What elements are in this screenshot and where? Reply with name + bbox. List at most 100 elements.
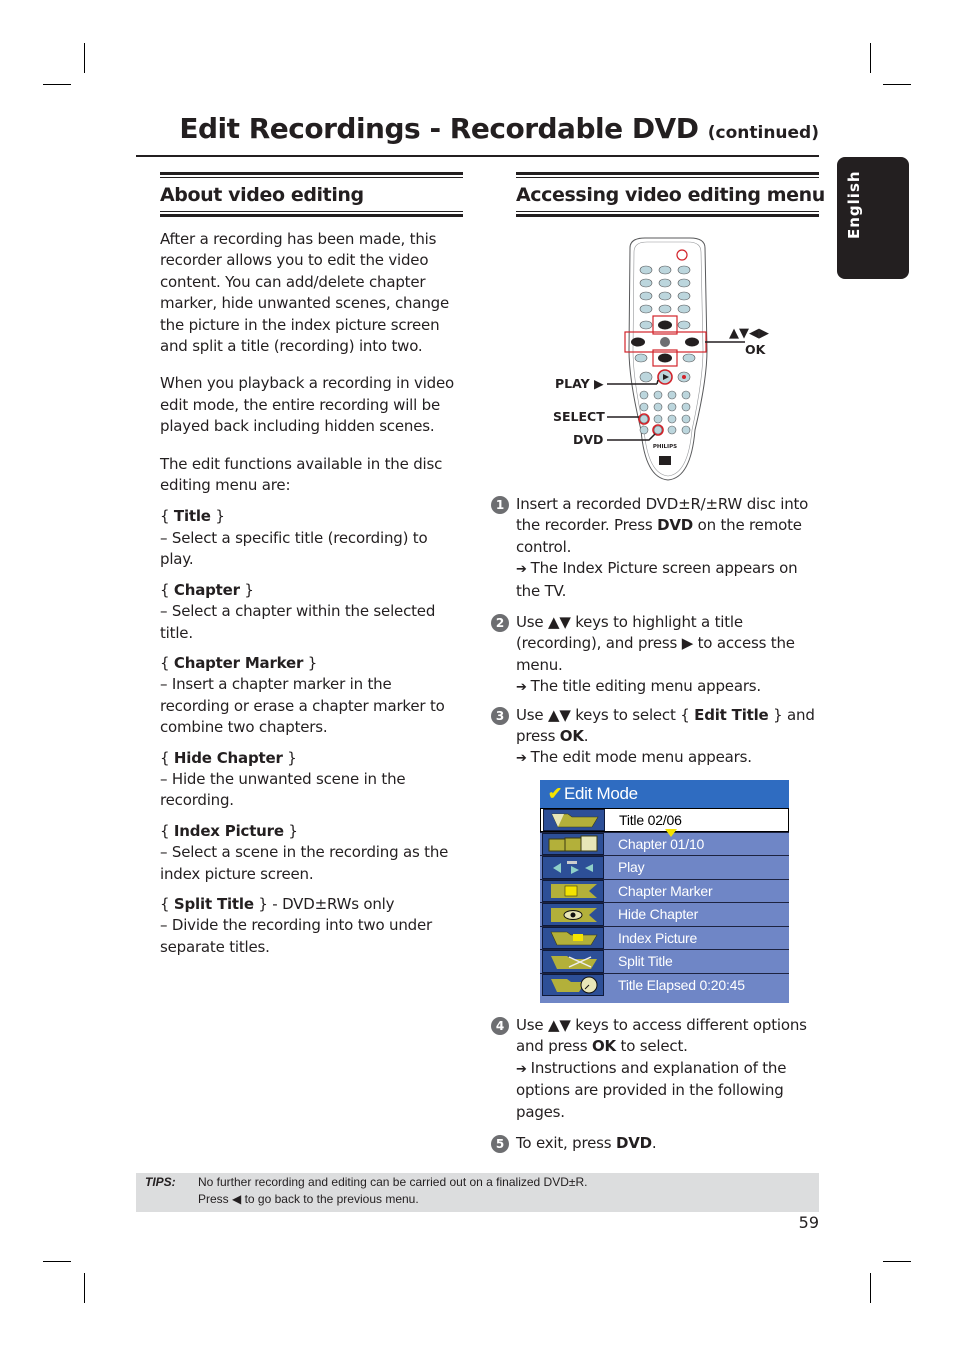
step-number-badge: 1 (491, 496, 509, 514)
edit-function-option: { Chapter } – Select a chapter within the… (160, 580, 460, 644)
edit-mode-menu-title: Edit Mode (563, 784, 638, 803)
step-result-text: The Index Picture screen appears on the … (516, 559, 798, 600)
edit-menu-item-label: Title 02/06 (619, 811, 682, 828)
crop-mark (883, 1261, 911, 1262)
option-title: Split Title (173, 894, 254, 913)
crop-mark (883, 84, 911, 85)
option-name: { Index Picture } (160, 821, 298, 840)
index-picture-icon (542, 926, 604, 949)
hide-eye-icon (542, 903, 604, 926)
crop-mark (870, 1273, 871, 1303)
edit-menu-item-label: Index Picture (618, 929, 698, 946)
edit-menu-item[interactable]: Index Picture (540, 925, 789, 949)
option-description: – Select a chapter within the selected t… (160, 602, 436, 642)
remote-control-illustration: PHILIPS ▲▼◀▶ OK PLAY ▶ SELECT DVD (545, 230, 795, 490)
edit-mode-menu-header: ✔ Edit Mode (540, 780, 789, 808)
edit-menu-item-label: Hide Chapter (618, 906, 699, 923)
callout-dvd: DVD (573, 432, 604, 447)
step-key: OK (559, 727, 584, 746)
option-description: – Select a scene in the recording as the… (160, 843, 449, 883)
page-title-text: Edit Recordings - Recordable DVD (179, 112, 699, 145)
step-key: OK (591, 1037, 616, 1056)
step-key: DVD (657, 516, 694, 535)
paragraph: The edit functions available in the disc… (160, 454, 443, 495)
step-key: DVD (615, 1134, 652, 1153)
option-description: – Divide the recording into two under se… (160, 916, 432, 956)
heading-rule (516, 172, 819, 175)
step-number-badge: 3 (491, 706, 509, 725)
scissors-icon (542, 950, 604, 973)
result-arrow-icon: ➔ (516, 680, 531, 696)
edit-menu-item[interactable]: Title Elapsed 0:20:45 (540, 972, 789, 996)
section-title-about: About video editing (160, 184, 364, 206)
step-result: ➔ The edit mode menu appears. (516, 747, 825, 769)
callout-arrows: ▲▼◀▶ (729, 326, 769, 341)
tips-label: TIPS: (145, 1175, 176, 1189)
paragraph: When you playback a recording in video e… (160, 374, 454, 436)
step-result: ➔ The Index Picture screen appears on th… (516, 558, 825, 602)
edit-menu-item[interactable]: Split Title (540, 949, 789, 973)
heading-rule (160, 211, 463, 212)
clock-icon (542, 973, 604, 996)
edit-mode-menu: ✔ Edit Mode Title 02/06 Chapter 01/10 Play C… (540, 780, 789, 1003)
play-icon (542, 856, 604, 879)
step-key: Edit Title (694, 705, 769, 724)
crop-mark (43, 1261, 71, 1262)
edit-menu-item-label: Chapter 01/10 (618, 835, 705, 852)
steps-list: 1 Insert a recorded DVD±R/±RW disc into … (490, 494, 825, 776)
heading-rule (516, 211, 819, 212)
option-name: { Chapter } (160, 580, 254, 599)
step-result-text: The title editing menu appears. (530, 677, 762, 696)
option-name: { Chapter Marker } (160, 653, 318, 672)
edit-menu-item[interactable]: Title 02/06 (540, 808, 789, 837)
heading-rule (160, 172, 463, 175)
step-2: 2 Use ▲▼ keys to highlight a title (reco… (490, 612, 825, 699)
option-title: Index Picture (173, 821, 284, 840)
edit-function-option: { Hide Chapter } – Hide the unwanted scen… (160, 748, 460, 812)
remote-brand: PHILIPS (653, 444, 677, 450)
step-text: Use ▲▼ keys to select { (516, 705, 695, 724)
edit-mode-menu-rows: Title 02/06 Chapter 01/10 Play Chapter Mark… (540, 808, 789, 996)
chapters-icon (542, 832, 604, 855)
option-description: – Hide the unwanted scene in the recordi… (160, 769, 406, 810)
option-description: – Select a specific title (recording) to… (160, 528, 428, 569)
step-text: to select. (615, 1037, 688, 1056)
step-1: 1 Insert a recorded DVD±R/±RW disc into … (490, 494, 825, 602)
step-number-badge: 2 (491, 614, 509, 633)
option-name: { Title } (160, 507, 225, 526)
step-text: . (583, 727, 589, 746)
option-suffix: - DVD±RWs only (267, 894, 395, 913)
heading-rule (160, 214, 463, 217)
paragraph: After a recording has been made, this re… (160, 230, 450, 356)
edit-menu-item[interactable]: Chapter Marker (540, 878, 789, 902)
step-text: To exit, press (516, 1134, 616, 1153)
language-tab-label: English (845, 170, 863, 239)
result-arrow-icon: ➔ (516, 1061, 531, 1077)
page-title-continued: (continued) (707, 123, 819, 143)
callout-ok: OK (745, 342, 766, 357)
edit-menu-item-label: Title Elapsed 0:20:45 (618, 976, 745, 993)
step-result: ➔ The title editing menu appears. (516, 676, 825, 698)
crop-mark (870, 43, 871, 73)
step-text: . (651, 1134, 657, 1153)
edit-menu-item[interactable]: Play (540, 855, 789, 879)
about-heading: About video editing (160, 172, 463, 217)
step-3: 3 Use ▲▼ keys to select { Edit Title } a… (490, 705, 825, 770)
selection-caret-icon (665, 829, 677, 837)
edit-menu-item-label: Play (618, 859, 645, 876)
edit-function-option: { Chapter Marker } – Insert a chapter mar… (160, 653, 460, 739)
callout-select: SELECT (553, 409, 605, 424)
section-title-accessing: Accessing video editing menu (516, 184, 825, 206)
edit-menu-item-label: Chapter Marker (618, 882, 713, 899)
steps-list-continued: 4 Use ▲▼ keys to access different option… (490, 1015, 825, 1160)
step-text: Use ▲▼ keys to highlight a title (record… (516, 613, 795, 674)
option-title: Chapter (173, 580, 240, 599)
language-tab: English (837, 157, 909, 279)
edit-menu-item[interactable]: Hide Chapter (540, 902, 789, 926)
page-number: 59 (798, 1213, 819, 1232)
option-name: { Split Title } - DVD±RWs only (160, 894, 395, 913)
edit-function-option: { Split Title } - DVD±RWs only – Divide t… (160, 894, 460, 958)
options-list: { Title } – Select a specific title (reco… (160, 506, 460, 958)
heading-rule (516, 214, 819, 217)
chapter-marker-icon (542, 879, 604, 902)
